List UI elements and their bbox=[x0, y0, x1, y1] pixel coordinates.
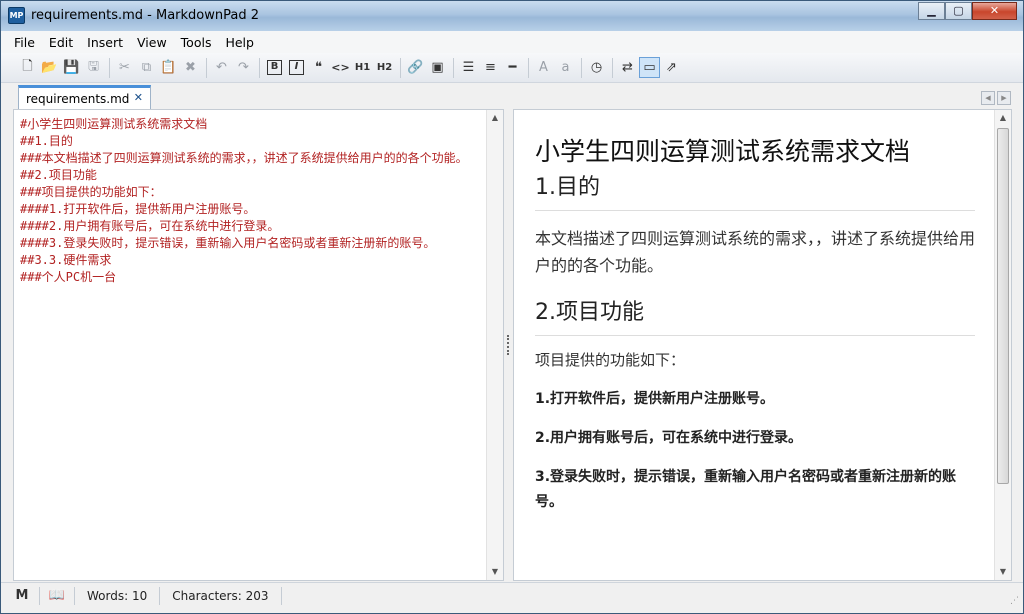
window-controls: ▁ ▢ ✕ bbox=[918, 2, 1017, 20]
preview-heading-features: 2.项目功能 bbox=[535, 297, 975, 336]
menu-help[interactable]: Help bbox=[218, 35, 261, 50]
word-count: Words: 10 bbox=[87, 588, 148, 603]
toolbar-separator bbox=[581, 57, 582, 78]
bold-icon: B bbox=[267, 60, 282, 75]
menu-file[interactable]: File bbox=[7, 35, 42, 50]
redo-icon[interactable]: ↷ bbox=[233, 57, 254, 78]
pane-splitter[interactable] bbox=[504, 109, 513, 581]
preview-heading-purpose: 1.目的 bbox=[535, 172, 975, 211]
preview-scroll-thumb[interactable] bbox=[997, 128, 1009, 484]
window-title: requirements.md - MarkdownPad 2 bbox=[31, 8, 260, 23]
font-smaller-button[interactable]: a bbox=[555, 57, 576, 78]
maximize-button[interactable]: ▢ bbox=[945, 2, 972, 20]
menu-bar: File Edit Insert View Tools Help bbox=[1, 31, 1023, 53]
character-count: Characters: 203 bbox=[172, 588, 269, 603]
tab-requirements[interactable]: requirements.md ✕ bbox=[18, 85, 151, 110]
open-folder-icon[interactable]: 📂 bbox=[39, 57, 60, 78]
code-button[interactable]: <> bbox=[330, 57, 351, 78]
copy-icon[interactable]: ⧉ bbox=[136, 57, 157, 78]
font-larger-icon: A bbox=[539, 60, 548, 75]
numbered-list-icon[interactable]: ≡ bbox=[480, 57, 501, 78]
preview-feature-3: 3.登录失败时，提示错误，重新输入用户名密码或者重新注册新的账号。 bbox=[535, 469, 957, 510]
toolbar-separator bbox=[528, 57, 529, 78]
menu-edit[interactable]: Edit bbox=[42, 35, 80, 50]
toolbar-separator bbox=[259, 57, 260, 78]
toolbar-separator bbox=[400, 57, 401, 78]
preview-scrollbar[interactable]: ▲ ▼ bbox=[994, 110, 1011, 580]
timestamp-icon[interactable]: ◷ bbox=[586, 57, 607, 78]
menu-view[interactable]: View bbox=[130, 35, 174, 50]
new-file-icon[interactable]: 🗋 bbox=[17, 57, 38, 78]
splitter-grip-icon bbox=[507, 335, 510, 355]
menu-insert[interactable]: Insert bbox=[80, 35, 130, 50]
tab-label: requirements.md bbox=[26, 92, 130, 106]
quote-button[interactable]: ❝ bbox=[308, 57, 329, 78]
tab-scroll-right-icon[interactable]: ▶ bbox=[997, 91, 1011, 105]
markdown-editor[interactable]: #小学生四则运算测试系统需求文档 ##1.目的 ###本文档描述了四则运算测试系… bbox=[13, 109, 504, 581]
status-bar: M 📖 Words: 10 Characters: 203 ⋰ bbox=[1, 582, 1023, 608]
quote-icon: ❝ bbox=[315, 60, 322, 75]
delete-icon[interactable]: ✖ bbox=[180, 57, 201, 78]
save-icon[interactable]: 💾 bbox=[61, 57, 82, 78]
status-separator bbox=[280, 586, 282, 605]
live-preview-icon[interactable]: ▭ bbox=[639, 57, 660, 78]
menu-tools[interactable]: Tools bbox=[174, 35, 219, 50]
font-larger-button[interactable]: A bbox=[533, 57, 554, 78]
bullet-list-icon[interactable]: ☰ bbox=[458, 57, 479, 78]
scroll-up-icon[interactable]: ▲ bbox=[995, 110, 1011, 126]
preview-content: 小学生四则运算测试系统需求文档 1.目的 本文档描述了四则运算测试系统的需求，，… bbox=[535, 134, 975, 515]
preview-feature-1: 1.打开软件后，提供新用户注册账号。 bbox=[535, 391, 775, 407]
tab-close-icon[interactable]: ✕ bbox=[134, 91, 143, 104]
toolbar-separator bbox=[453, 57, 454, 78]
heading2-button[interactable]: H2 bbox=[374, 57, 395, 78]
preview-feature-2: 2.用户拥有账号后，可在系统中进行登录。 bbox=[535, 430, 803, 446]
toolbar-separator bbox=[109, 57, 110, 78]
html-preview: 小学生四则运算测试系统需求文档 1.目的 本文档描述了四则运算测试系统的需求，，… bbox=[513, 109, 1012, 581]
toolbar-separator bbox=[206, 57, 207, 78]
editor-scrollbar[interactable]: ▲ ▼ bbox=[486, 110, 503, 580]
swap-panes-icon[interactable]: ⇄ bbox=[617, 57, 638, 78]
title-bar[interactable]: MP requirements.md - MarkdownPad 2 ▁ ▢ ✕ bbox=[1, 1, 1023, 31]
minimize-button[interactable]: ▁ bbox=[918, 2, 945, 20]
cut-icon[interactable]: ✂ bbox=[114, 57, 135, 78]
resize-grip-icon[interactable]: ⋰ bbox=[1010, 596, 1019, 606]
heading1-label: H1 bbox=[354, 62, 371, 73]
preview-heading-feature-intro: 项目提供的功能如下： bbox=[535, 351, 686, 369]
font-smaller-icon: a bbox=[561, 60, 570, 75]
markdown-mode-icon[interactable]: M bbox=[11, 588, 33, 603]
book-icon[interactable]: 📖 bbox=[46, 588, 68, 603]
app-logo-icon: MP bbox=[8, 7, 25, 24]
undo-icon[interactable]: ↶ bbox=[211, 57, 232, 78]
horizontal-rule-icon[interactable]: ━ bbox=[502, 57, 523, 78]
status-separator bbox=[39, 586, 40, 605]
close-window-button[interactable]: ✕ bbox=[972, 2, 1017, 20]
bold-button[interactable]: B bbox=[264, 57, 285, 78]
tab-strip: requirements.md ✕ ◀ ▶ bbox=[1, 83, 1023, 110]
scroll-down-icon[interactable]: ▼ bbox=[995, 564, 1011, 580]
status-separator bbox=[159, 586, 161, 605]
italic-icon: I bbox=[289, 60, 304, 75]
status-separator bbox=[74, 586, 75, 605]
paste-icon[interactable]: 📋 bbox=[158, 57, 179, 78]
scroll-up-icon[interactable]: ▲ bbox=[487, 110, 503, 126]
heading2-label: H2 bbox=[376, 62, 393, 73]
code-icon: <> bbox=[331, 61, 350, 74]
export-icon[interactable]: ⇗ bbox=[661, 57, 682, 78]
app-window: MP requirements.md - MarkdownPad 2 ▁ ▢ ✕… bbox=[0, 0, 1024, 614]
tab-scroll-left-icon[interactable]: ◀ bbox=[981, 91, 995, 105]
italic-button[interactable]: I bbox=[286, 57, 307, 78]
image-icon[interactable]: ▣ bbox=[427, 57, 448, 78]
link-icon[interactable]: 🔗 bbox=[405, 57, 426, 78]
scroll-down-icon[interactable]: ▼ bbox=[487, 564, 503, 580]
preview-heading-1: 小学生四则运算测试系统需求文档 bbox=[535, 137, 911, 166]
heading1-button[interactable]: H1 bbox=[352, 57, 373, 78]
editor-content[interactable]: #小学生四则运算测试系统需求文档 ##1.目的 ###本文档描述了四则运算测试系… bbox=[20, 116, 485, 286]
toolbar-separator bbox=[612, 57, 613, 78]
preview-paragraph-purpose: 本文档描述了四则运算测试系统的需求，，讲述了系统提供给用户的的各个功能。 bbox=[535, 229, 976, 275]
toolbar: 🗋 📂 💾 🖫 ✂ ⧉ 📋 ✖ ↶ ↷ B I ❝ <> H1 H2 🔗 ▣ ☰… bbox=[1, 53, 1023, 83]
save-all-icon[interactable]: 🖫 bbox=[83, 57, 104, 78]
